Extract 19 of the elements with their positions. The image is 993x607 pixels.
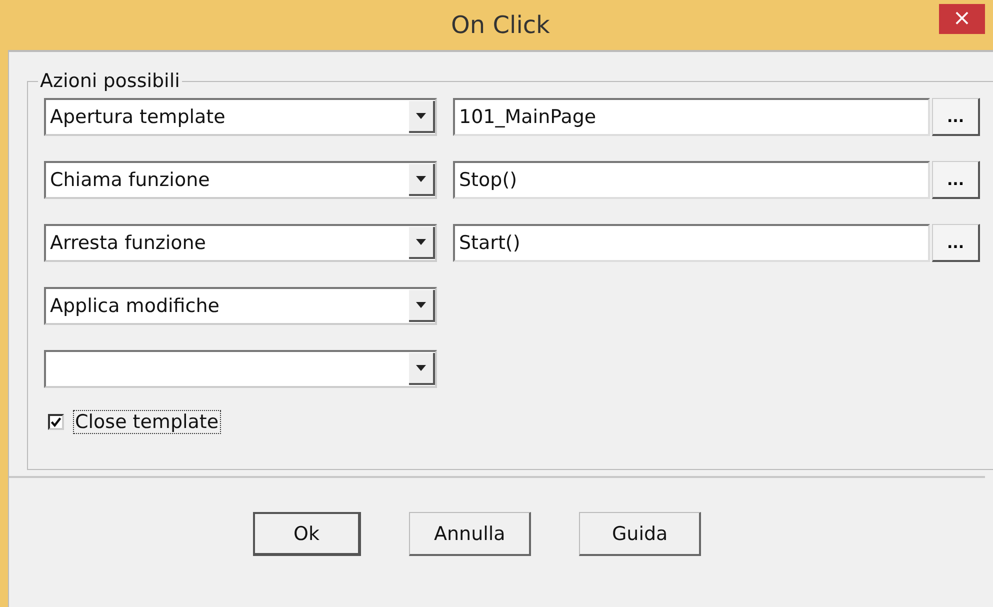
dialog-button[interactable]: Ok [253,512,361,556]
action-dropdown[interactable]: Chiama funzione [44,161,437,199]
dialog-button[interactable]: Annulla [409,512,532,556]
dialog-button[interactable]: Guida [579,512,702,556]
browse-button[interactable]: ... [932,224,980,262]
checkbox[interactable] [48,414,64,430]
close-button[interactable]: × [939,4,985,34]
action-dropdown[interactable]: Applica modifiche [44,287,437,325]
browse-button[interactable]: ... [932,161,980,199]
browse-button[interactable]: ... [932,98,980,136]
value-field[interactable]: Start() [453,224,930,262]
checkbox-label[interactable]: Close template [74,411,220,433]
action-dropdown[interactable]: Arresta funzione [44,224,437,262]
action-dropdown[interactable]: Apertura template [44,98,437,136]
action-dropdown[interactable] [44,350,437,388]
group-title: Azioni possibili [39,70,181,92]
value-field[interactable]: Stop() [453,161,930,199]
value-field[interactable]: 101_MainPage [453,98,930,136]
window-title: On Click [451,11,550,39]
